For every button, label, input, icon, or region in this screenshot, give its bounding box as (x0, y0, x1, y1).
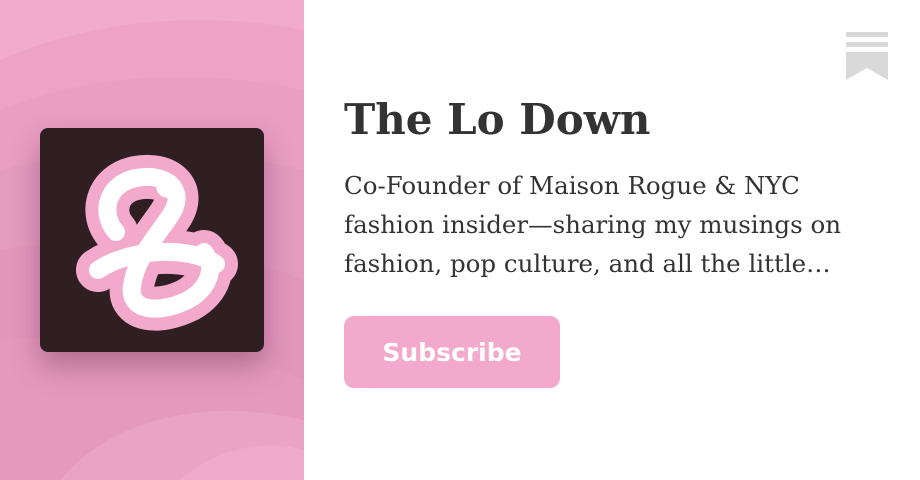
publication-logo[interactable] (40, 128, 264, 352)
cover-panel (0, 0, 304, 480)
substack-bookmark-icon[interactable] (846, 32, 888, 80)
publication-title: The Lo Down (344, 95, 651, 144)
script-l-logo-icon (76, 154, 238, 331)
subscribe-button[interactable]: Subscribe (344, 316, 560, 388)
publication-description: Co-Founder of Maison Rogue & NYC fashion… (344, 171, 841, 278)
